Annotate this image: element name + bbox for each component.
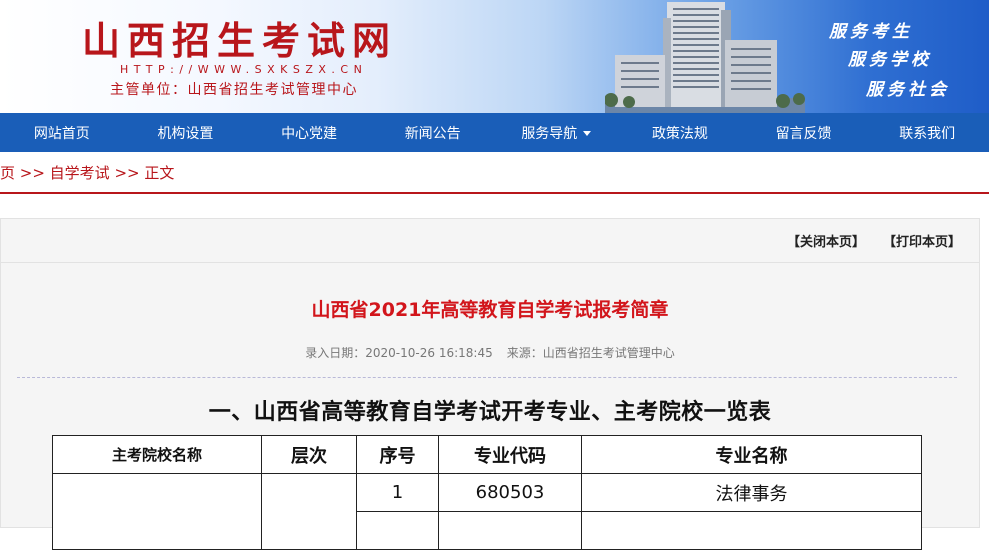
nav-item-feedback[interactable]: 留言反馈	[742, 113, 866, 152]
site-title: 山西招生考试网	[82, 18, 398, 63]
nav-item-organization[interactable]: 机构设置	[124, 113, 248, 152]
nav-item-policy[interactable]: 政策法规	[618, 113, 742, 152]
chevron-down-icon	[583, 131, 592, 136]
nav-item-label: 中心党建	[281, 125, 338, 142]
table-header-major: 专业名称	[581, 435, 922, 474]
article-meta: 录入日期：2020-10-26 16:18:45 来源：山西省招生考试管理中心	[1, 344, 979, 361]
table-header-row: 主考院校名称 层次 序号 专业代码 专业名称	[52, 435, 922, 474]
nav-item-label: 新闻公告	[404, 125, 461, 142]
article-date: 录入日期：2020-10-26 16:18:45	[305, 346, 493, 360]
nav-item-home[interactable]: 网站首页	[0, 113, 124, 152]
table-cell-school	[52, 473, 262, 550]
nav-item-services[interactable]: 服务导航	[495, 113, 619, 152]
section-heading: 一、山西省高等教育自学考试开考专业、主考院校一览表	[208, 400, 772, 425]
site-org: 主管单位：山西省招生考试管理中心	[110, 82, 358, 98]
site-banner: 山西招生考试网 HTTP://WWW.SXKSZX.CN 主管单位：山西省招生考…	[0, 0, 989, 113]
site-url: HTTP://WWW.SXKSZX.CN	[120, 63, 368, 76]
table-cell-code: 680503	[438, 473, 582, 512]
article-toolbar: 【关闭本页】 【打印本页】	[1, 219, 979, 263]
article-source: 来源：山西省招生考试管理中心	[506, 346, 675, 360]
article-title: 山西省2021年高等教育自学考试报考简章	[311, 299, 669, 321]
breadcrumb-text[interactable]: 页 >> 自学考试 >> 正文	[0, 162, 174, 183]
table-header-code: 专业代码	[438, 435, 582, 474]
nav-item-label: 网站首页	[33, 125, 90, 142]
breadcrumb: 页 >> 自学考试 >> 正文	[0, 152, 989, 194]
table-header-index: 序号	[356, 435, 439, 474]
print-page-button[interactable]: 【打印本页】	[883, 231, 961, 250]
nav-item-label: 机构设置	[157, 125, 214, 142]
nav-item-news[interactable]: 新闻公告	[371, 113, 495, 152]
slogan-2: 服务学校	[848, 50, 932, 70]
table-row: 1 680503 法律事务	[52, 473, 922, 550]
nav-item-party[interactable]: 中心党建	[247, 113, 371, 152]
majors-table: 主考院校名称 层次 序号 专业代码 专业名称 1 680503 法律事务	[52, 435, 922, 550]
slogan-3: 服务社会	[866, 80, 950, 100]
table-cell-index: 1	[356, 473, 439, 512]
building-image	[605, 2, 805, 113]
nav-item-label: 服务导航	[521, 125, 578, 142]
table-cell-code	[438, 511, 582, 550]
table-cell-index	[356, 511, 439, 550]
nav-item-label: 政策法规	[651, 125, 708, 142]
main-nav: 网站首页 机构设置 中心党建 新闻公告 服务导航 政策法规 留言反馈 联系我们	[0, 113, 989, 152]
close-page-button[interactable]: 【关闭本页】	[787, 231, 865, 250]
article-panel: 【关闭本页】 【打印本页】 山西省2021年高等教育自学考试报考简章 录入日期：…	[0, 218, 980, 550]
nav-item-contact[interactable]: 联系我们	[865, 113, 989, 152]
table-cell-major	[581, 511, 922, 550]
slogan-1: 服务考生	[829, 22, 913, 42]
nav-item-label: 留言反馈	[775, 125, 832, 142]
table-cell-level	[261, 473, 357, 550]
nav-item-label: 联系我们	[899, 125, 956, 142]
table-header-school: 主考院校名称	[52, 435, 262, 474]
table-header-level: 层次	[261, 435, 357, 474]
divider	[17, 377, 957, 378]
table-cell-major: 法律事务	[581, 473, 922, 512]
